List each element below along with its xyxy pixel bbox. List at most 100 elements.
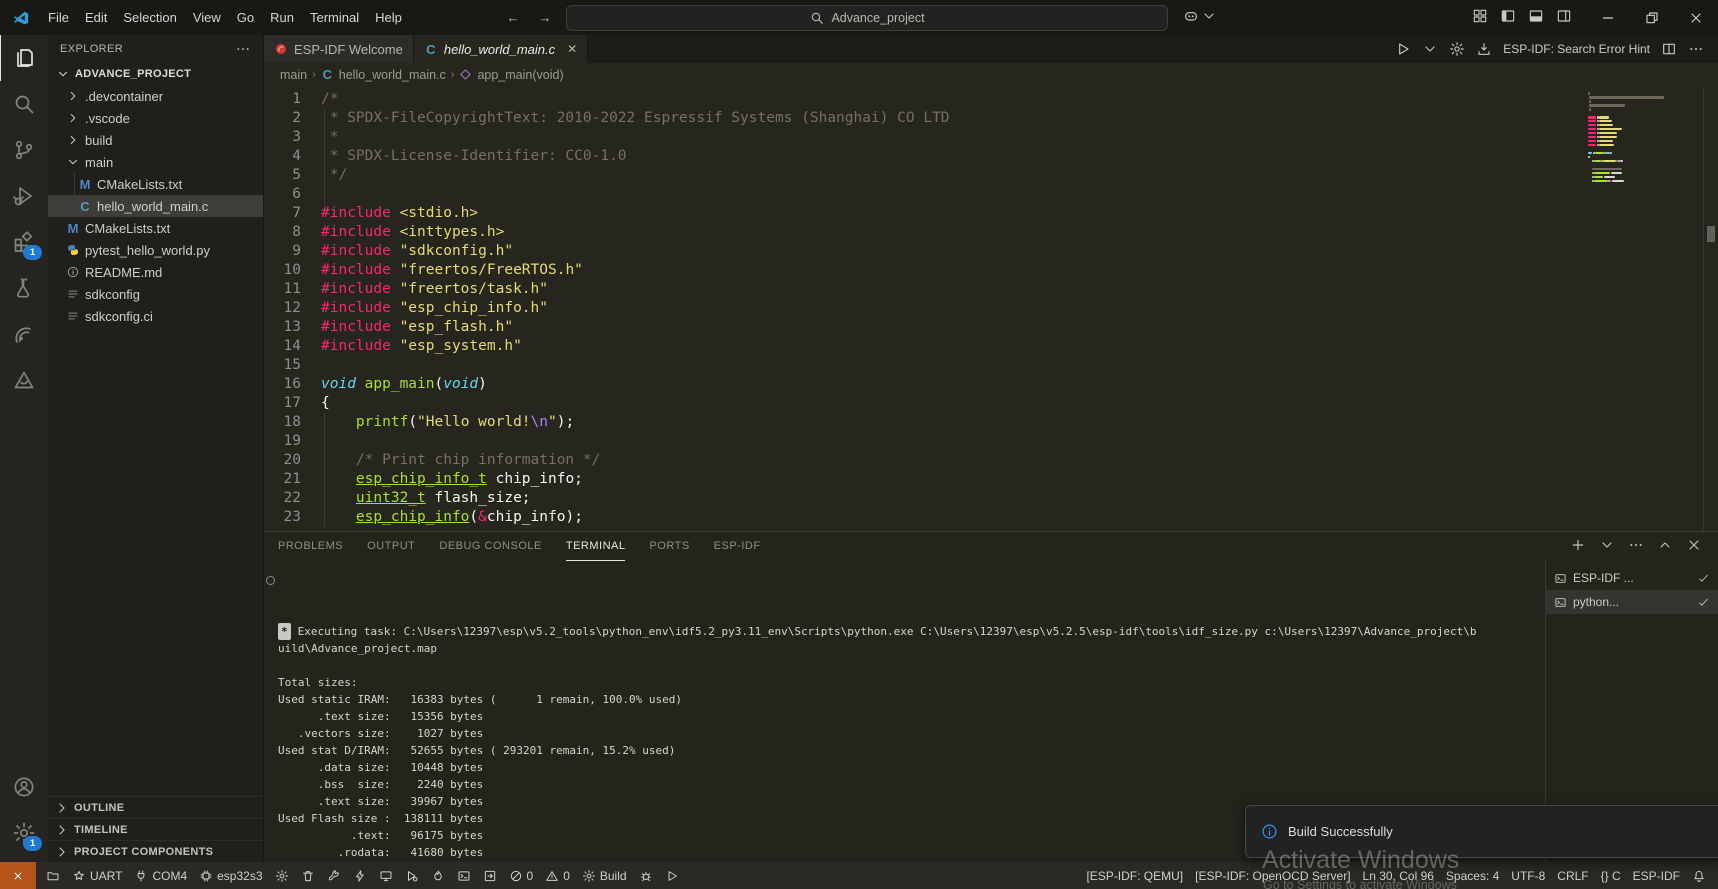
status-terminal[interactable]: [451, 862, 477, 889]
menu-run[interactable]: Run: [262, 6, 302, 30]
panel-tab-terminal[interactable]: TERMINAL: [566, 532, 626, 561]
panel-tab-problems[interactable]: PROBLEMS: [278, 532, 343, 561]
panel-tabs: PROBLEMS OUTPUT DEBUG CONSOLE TERMINAL PORTS…: [264, 532, 1718, 560]
tab-label: hello_world_main.c: [444, 42, 555, 57]
activity-extensions[interactable]: 1: [0, 219, 48, 265]
activity-esp-idf-explorer[interactable]: [0, 311, 48, 357]
minimap[interactable]: [1588, 92, 1688, 184]
tree-item-pytest-hello-world-py[interactable]: pytest_hello_world.py: [48, 239, 263, 261]
command-center-search[interactable]: Advance_project: [566, 5, 1168, 31]
breadcrumb[interactable]: main›Chello_world_main.c›app_main(void): [264, 63, 1718, 86]
status-build-task[interactable]: Build: [576, 862, 633, 889]
layout-sidebar-right-button[interactable]: [1556, 8, 1572, 27]
breadcrumb-item[interactable]: main: [280, 68, 307, 82]
menu-file[interactable]: File: [40, 6, 77, 30]
status-debug[interactable]: [399, 862, 425, 889]
status-uart-method[interactable]: UART: [66, 862, 128, 889]
status-tools[interactable]: [321, 862, 347, 889]
tree-item-sdkconfig[interactable]: sdkconfig: [48, 283, 263, 305]
layout-sidebar-left-button[interactable]: [1500, 8, 1516, 27]
status-build-flash-monitor[interactable]: [425, 862, 451, 889]
status-monitor[interactable]: [373, 862, 399, 889]
status-eol[interactable]: CRLF: [1551, 862, 1594, 889]
activity-source-control[interactable]: [0, 127, 48, 173]
status-errors[interactable]: 0: [503, 862, 540, 889]
section-timeline[interactable]: TIMELINE: [48, 818, 263, 840]
terminal-task[interactable]: python...: [1546, 590, 1718, 614]
tree-item-cmakelists-txt[interactable]: MCMakeLists.txt: [48, 217, 263, 239]
status-warnings[interactable]: 0: [539, 862, 576, 889]
status-encoding[interactable]: UTF-8: [1505, 862, 1551, 889]
panel-close-button[interactable]: [1686, 537, 1702, 556]
notification-toast[interactable]: Build Successfully: [1245, 805, 1718, 858]
status-project-folder[interactable]: [40, 862, 66, 889]
tree-item-build[interactable]: build: [48, 129, 263, 151]
panel-tab-esp-idf[interactable]: ESP-IDF: [714, 532, 761, 561]
menu-edit[interactable]: Edit: [77, 6, 115, 30]
status-remote[interactable]: [0, 862, 36, 889]
activity-manage[interactable]: 1: [0, 810, 48, 856]
status-qemu[interactable]: [ESP-IDF: QEMU]: [1080, 862, 1189, 889]
status-unit-test[interactable]: [633, 862, 659, 889]
status-run-task[interactable]: [659, 862, 685, 889]
status-open-ocd[interactable]: [477, 862, 503, 889]
menu-go[interactable]: Go: [229, 6, 262, 30]
panel-plus-button[interactable]: [1570, 537, 1586, 556]
nav-arrow-left[interactable]: ←: [505, 9, 521, 26]
code-editor[interactable]: 1/*2 * SPDX-FileCopyrightText: 2010-2022…: [264, 86, 1718, 531]
breadcrumb-item[interactable]: hello_world_main.c: [339, 68, 446, 82]
editor-scrollbar[interactable]: [1703, 86, 1718, 531]
editor-action-label[interactable]: ESP-IDF: Search Error Hint: [1503, 42, 1650, 56]
layout-panel-button[interactable]: [1528, 8, 1544, 27]
panel-chevron-down-button[interactable]: [1599, 537, 1615, 556]
tab-close-icon[interactable]: ✕: [567, 42, 577, 56]
tree-item-main[interactable]: main: [48, 151, 263, 173]
minimize-button[interactable]: [1586, 0, 1630, 35]
status-indentation[interactable]: Spaces: 4: [1440, 862, 1505, 889]
code-line: 5 */: [264, 166, 1718, 185]
status-full-clean[interactable]: [295, 862, 321, 889]
status-cursor-position[interactable]: Ln 30, Col 96: [1357, 862, 1440, 889]
tree-item-readme-md[interactable]: README.md: [48, 261, 263, 283]
section-project-components[interactable]: PROJECT COMPONENTS: [48, 840, 263, 862]
status-esp-idf-version[interactable]: ESP-IDF: [1627, 862, 1686, 889]
tab-hello-world-main-c[interactable]: Chello_world_main.c✕: [414, 35, 588, 63]
layout-grid-button[interactable]: [1472, 8, 1488, 27]
menu-help[interactable]: Help: [367, 6, 410, 30]
breadcrumb-item[interactable]: app_main(void): [477, 68, 563, 82]
tree-item--devcontainer[interactable]: .devcontainer: [48, 85, 263, 107]
restore-button[interactable]: [1630, 0, 1674, 35]
tree-item-cmakelists-txt[interactable]: MCMakeLists.txt: [48, 173, 263, 195]
panel-tab-output[interactable]: OUTPUT: [367, 532, 415, 561]
activity-explorer[interactable]: [0, 35, 49, 81]
activity-run-debug[interactable]: [0, 173, 48, 219]
tab-esp-idf-welcome[interactable]: ESP-IDF Welcome: [264, 35, 414, 63]
panel-tab-ports[interactable]: PORTS: [649, 532, 689, 561]
terminal-task[interactable]: ESP-IDF ...: [1546, 566, 1718, 590]
tree-item--vscode[interactable]: .vscode: [48, 107, 263, 129]
menu-selection[interactable]: Selection: [115, 6, 184, 30]
tree-item-sdkconfig-ci[interactable]: sdkconfig.ci: [48, 305, 263, 327]
status-language-mode[interactable]: {} C: [1595, 862, 1627, 889]
close-button[interactable]: [1674, 0, 1718, 35]
tree-item-hello-world-main-c[interactable]: Chello_world_main.c: [48, 195, 263, 217]
status-openocd-server[interactable]: [ESP-IDF: OpenOCD Server]: [1189, 862, 1356, 889]
activity-esp-component-registry[interactable]: [0, 357, 48, 403]
status-device-target[interactable]: esp32s3: [193, 862, 268, 889]
status-flash[interactable]: [347, 862, 373, 889]
activity-search[interactable]: [0, 81, 48, 127]
activity-testing[interactable]: [0, 265, 48, 311]
status-notifications[interactable]: [1686, 862, 1712, 889]
section-outline[interactable]: OUTLINE: [48, 796, 263, 818]
nav-arrow-right[interactable]: →: [537, 9, 553, 26]
panel-ellipsis-button[interactable]: [1628, 537, 1644, 556]
panel-tab-debug-console[interactable]: DEBUG CONSOLE: [439, 532, 541, 561]
status-menuconfig[interactable]: [269, 862, 295, 889]
project-root[interactable]: ADVANCE_PROJECT: [48, 63, 263, 85]
status-serial-port[interactable]: COM4: [128, 862, 193, 889]
activity-accounts[interactable]: [0, 764, 48, 810]
menu-terminal[interactable]: Terminal: [302, 6, 367, 30]
menu-view[interactable]: View: [185, 6, 229, 30]
panel-chevron-up-button[interactable]: [1657, 537, 1673, 556]
copilot-menu[interactable]: [1183, 8, 1217, 24]
